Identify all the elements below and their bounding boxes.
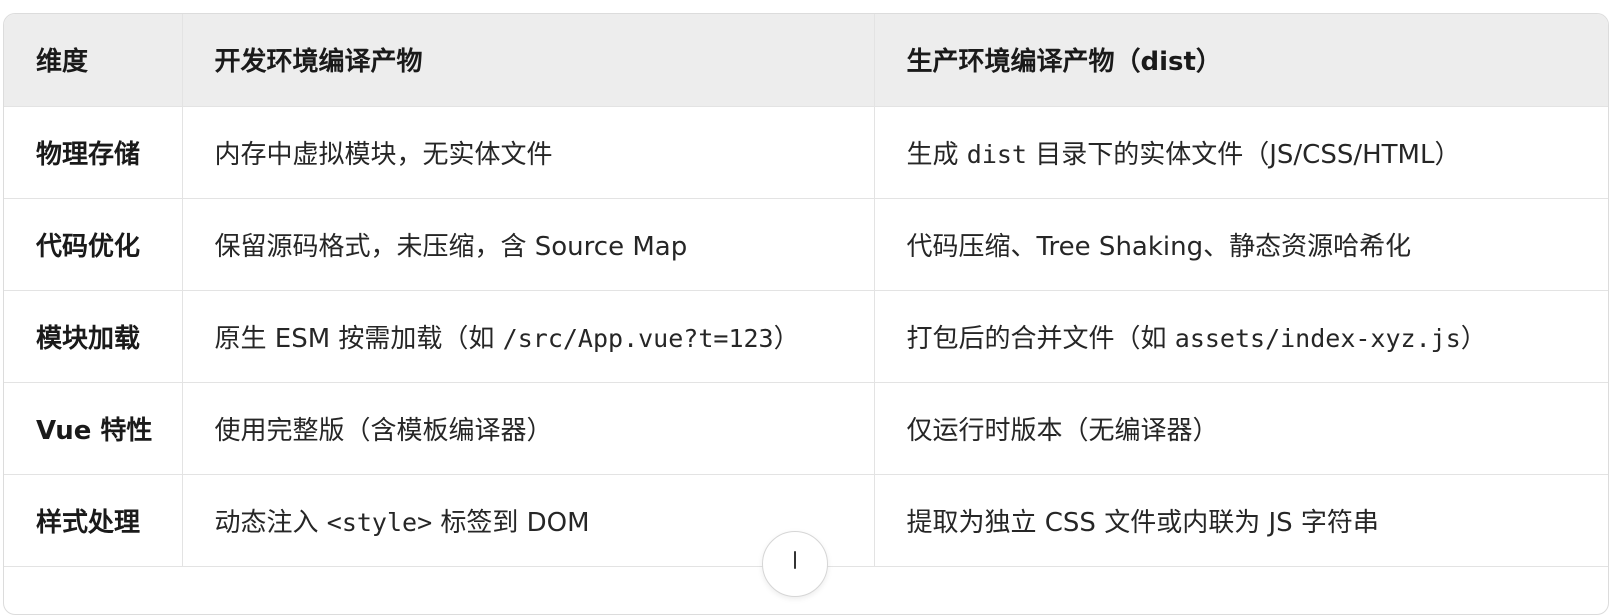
- inline-code: /src/App.vue?t=123: [502, 323, 774, 353]
- cell-text: 内存中虚拟模块，无实体文件: [214, 139, 553, 170]
- cell-text: 保留源码格式，未压缩，含 Source Map: [214, 231, 688, 262]
- prod-output-cell: 仅运行时版本（无编译器）: [874, 382, 1608, 475]
- cell-text: ）: [773, 323, 800, 354]
- cell-text: 打包后的合并文件（如: [906, 323, 1175, 354]
- cell-text: 提取为独立 CSS 文件或内联为 JS 字符串: [906, 507, 1379, 538]
- prod-output-cell: 打包后的合并文件（如 assets/index-xyz.js）: [874, 290, 1608, 383]
- dev-output-cell: 使用完整版（含模板编译器）: [182, 382, 875, 475]
- cell-text: 原生 ESM 按需加载（如: [214, 323, 503, 354]
- cell-text: 目录下的实体文件（JS/CSS/HTML）: [1026, 139, 1461, 170]
- cell-text: 标签到 DOM: [432, 507, 590, 538]
- cell-text: ）: [1460, 323, 1487, 354]
- table-header-row: 维度 开发环境编译产物 生产环境编译产物（dist）: [4, 14, 1608, 107]
- row-dimension-cell: 代码优化: [4, 198, 183, 291]
- table-row: 模块加载 原生 ESM 按需加载（如 /src/App.vue?t=123） 打包后…: [4, 290, 1608, 383]
- cell-text: 动态注入: [214, 507, 327, 538]
- dev-output-cell: 原生 ESM 按需加载（如 /src/App.vue?t=123）: [182, 290, 875, 383]
- prod-output-cell: 提取为独立 CSS 文件或内联为 JS 字符串: [874, 474, 1608, 567]
- cell-text: 代码压缩、Tree Shaking、静态资源哈希化: [906, 231, 1412, 262]
- prod-output-cell: 代码压缩、Tree Shaking、静态资源哈希化: [874, 198, 1608, 291]
- prod-output-cell: 生成 dist 目录下的实体文件（JS/CSS/HTML）: [874, 106, 1608, 199]
- table-row: 代码优化 保留源码格式，未压缩，含 Source Map 代码压缩、Tree Sha…: [4, 198, 1608, 291]
- header-dev-output: 开发环境编译产物: [182, 14, 875, 107]
- table-row: Vue 特性 使用完整版（含模板编译器） 仅运行时版本（无编译器）: [4, 382, 1608, 475]
- table-row: 物理存储 内存中虚拟模块，无实体文件 生成 dist 目录下的实体文件（JS/CSS…: [4, 106, 1608, 199]
- comparison-table: 维度 开发环境编译产物 生产环境编译产物（dist） 物理存储 内存中虚拟模块，无…: [4, 14, 1608, 567]
- scroll-to-bottom-button[interactable]: [762, 531, 828, 597]
- arrow-down-icon: [794, 551, 796, 569]
- row-dimension-cell: 模块加载: [4, 290, 183, 383]
- comparison-table-container: 维度 开发环境编译产物 生产环境编译产物（dist） 物理存储 内存中虚拟模块，无…: [3, 13, 1609, 615]
- inline-code: <style>: [326, 507, 433, 537]
- cell-text: 仅运行时版本（无编译器）: [906, 415, 1219, 446]
- cell-text: 使用完整版（含模板编译器）: [214, 415, 553, 446]
- dev-output-cell: 内存中虚拟模块，无实体文件: [182, 106, 875, 199]
- inline-code: assets/index-xyz.js: [1174, 323, 1461, 353]
- row-dimension-cell: Vue 特性: [4, 382, 183, 475]
- row-dimension-cell: 物理存储: [4, 106, 183, 199]
- header-prod-output: 生产环境编译产物（dist）: [874, 14, 1608, 107]
- cell-text: 生成: [906, 139, 967, 170]
- row-dimension-cell: 样式处理: [4, 474, 183, 567]
- dev-output-cell: 保留源码格式，未压缩，含 Source Map: [182, 198, 875, 291]
- inline-code: dist: [966, 139, 1027, 169]
- header-dimension: 维度: [4, 14, 183, 107]
